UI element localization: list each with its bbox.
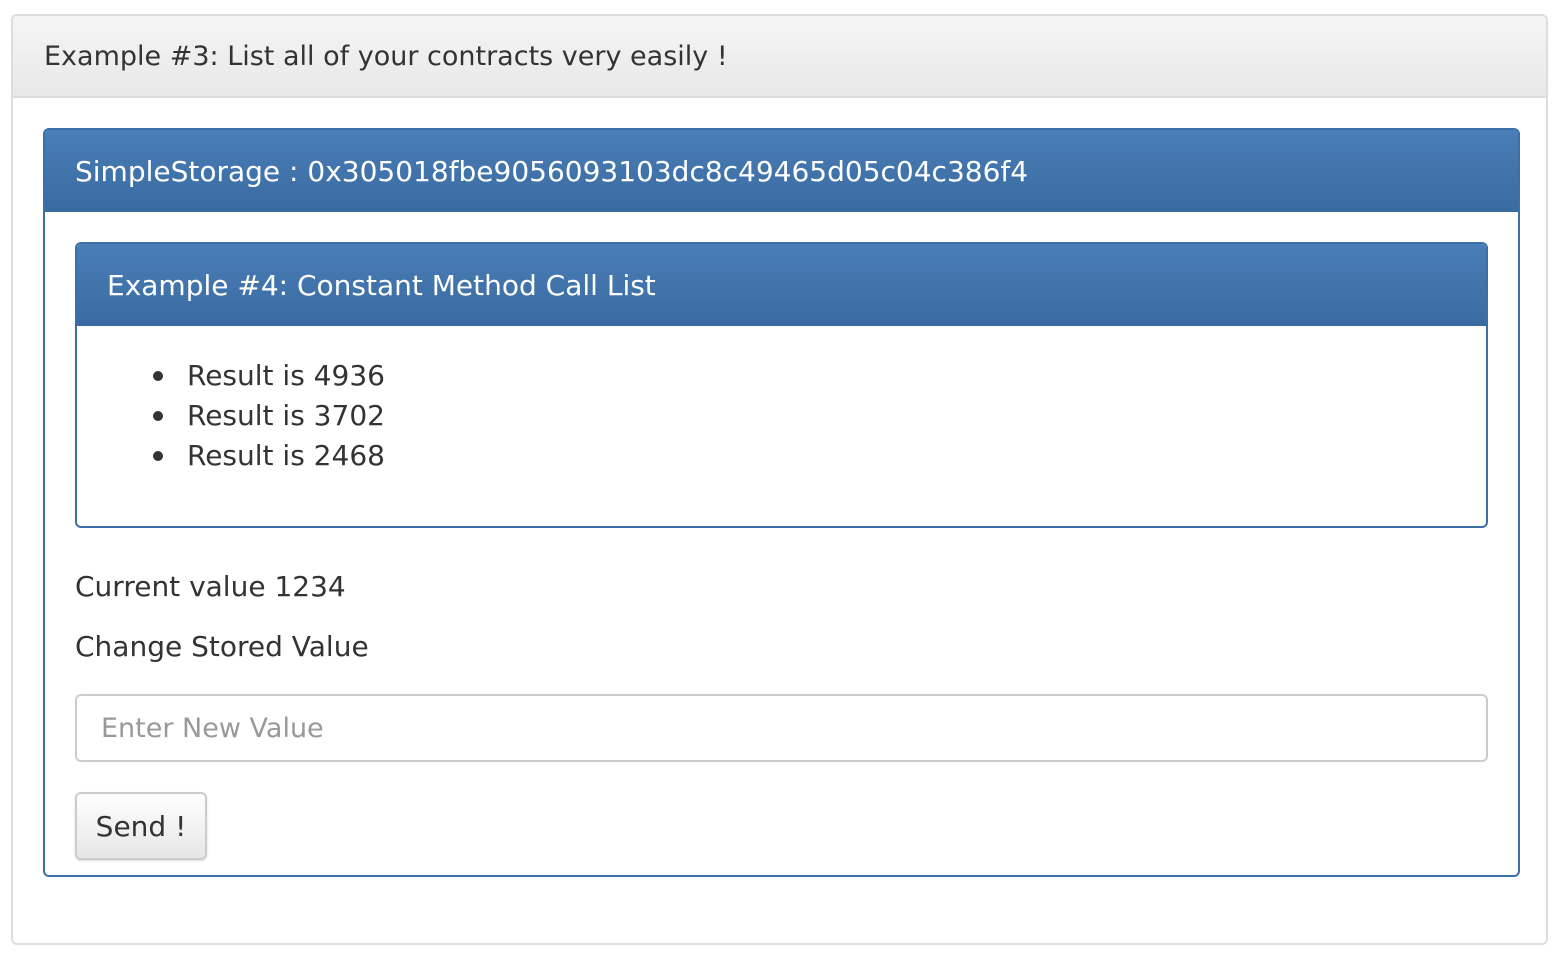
contract-panel: SimpleStorage : 0x305018fbe9056093103dc8…	[43, 128, 1520, 877]
list-item: Result is 2468	[77, 436, 385, 476]
result-text: Result is 2468	[187, 439, 385, 472]
method-call-panel: Example #4: Constant Method Call List Re…	[75, 242, 1488, 528]
result-text: Result is 4936	[187, 359, 385, 392]
bullet-icon	[153, 451, 163, 461]
new-value-input[interactable]	[75, 694, 1488, 762]
list-item: Result is 4936	[77, 356, 385, 396]
contract-panel-title: SimpleStorage : 0x305018fbe9056093103dc8…	[45, 130, 1518, 212]
outer-panel: Example #3: List all of your contracts v…	[11, 14, 1548, 945]
method-call-panel-title: Example #4: Constant Method Call List	[77, 244, 1486, 326]
change-value-label: Change Stored Value	[75, 630, 369, 663]
current-value-text: Current value 1234	[75, 570, 346, 603]
bullet-icon	[153, 371, 163, 381]
list-item: Result is 3702	[77, 396, 385, 436]
send-button[interactable]: Send !	[75, 792, 207, 860]
outer-panel-title: Example #3: List all of your contracts v…	[13, 16, 1546, 98]
result-list: Result is 4936 Result is 3702 Result is …	[77, 356, 385, 476]
bullet-icon	[153, 411, 163, 421]
result-text: Result is 3702	[187, 399, 385, 432]
